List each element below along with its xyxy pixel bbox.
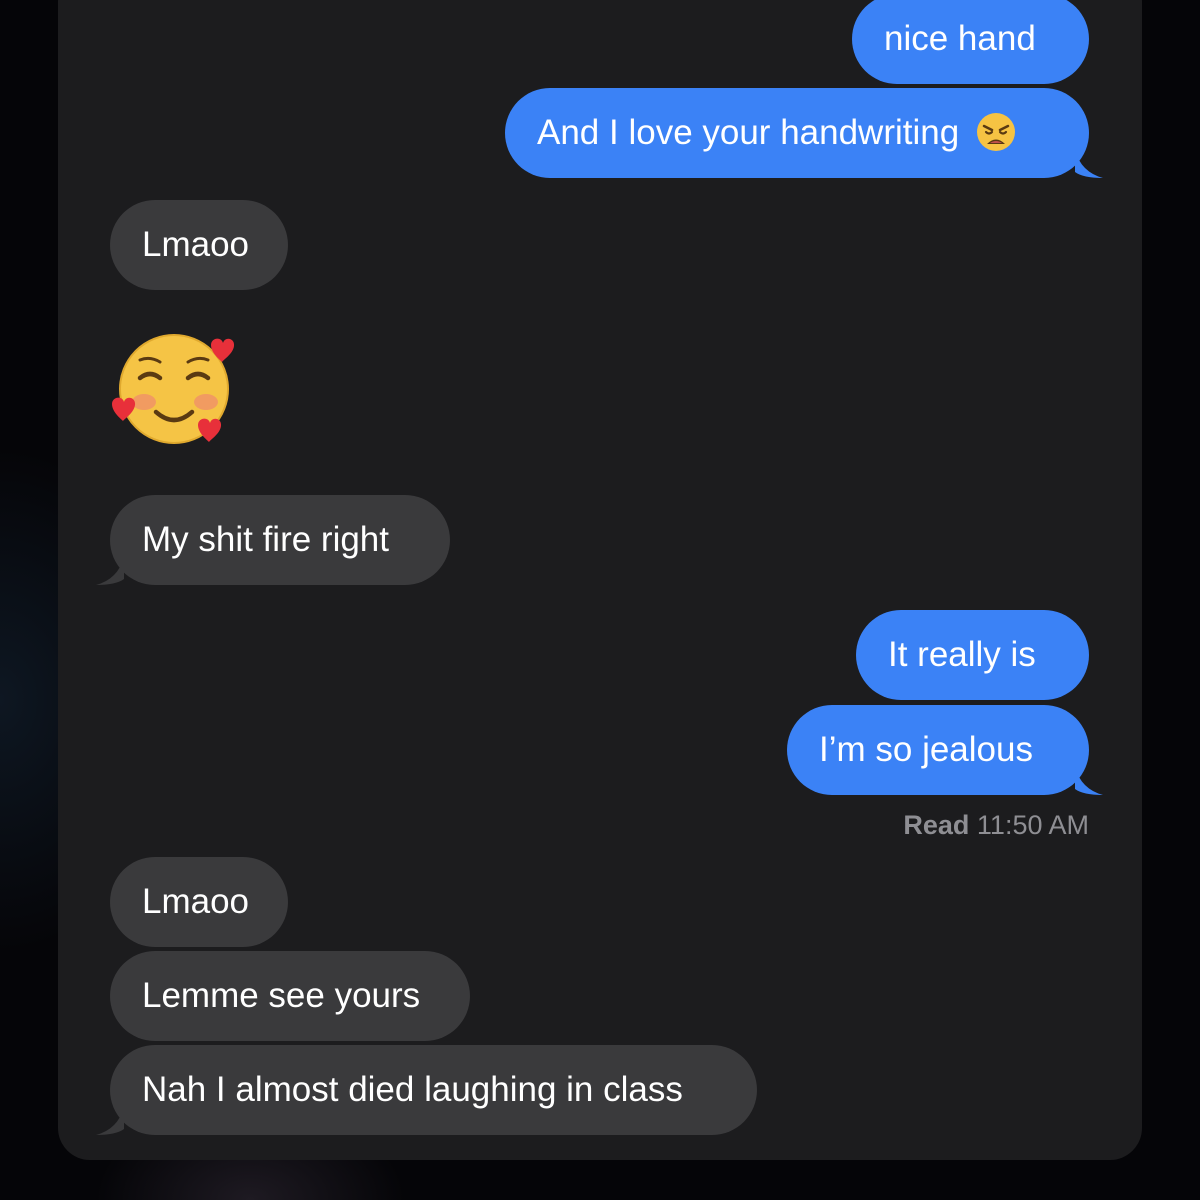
message-text: And I love your handwriting (537, 113, 960, 152)
conversation-panel[interactable]: nice hand And I love your handwriting Lm… (58, 0, 1142, 1160)
bubble-tail (1075, 767, 1103, 795)
sent-message-bubble[interactable]: nice hand (852, 0, 1089, 84)
weary-face-emoji-icon (976, 112, 1015, 151)
bubble-tail (1075, 150, 1103, 178)
message-text: Lmaoo (142, 882, 250, 921)
received-message-bubble[interactable]: Lmaoo (110, 857, 288, 947)
sent-message-bubble[interactable]: It really is (856, 610, 1089, 700)
received-message-bubble[interactable]: Lemme see yours (110, 951, 470, 1041)
message-text: Lmaoo (142, 225, 250, 264)
message-text: It really is (888, 635, 1036, 674)
bubble-tail (96, 1107, 124, 1135)
sent-message-bubble[interactable]: And I love your handwriting (505, 88, 1103, 178)
received-message-bubble[interactable]: Lmaoo (110, 200, 288, 290)
bubble-tail (96, 557, 124, 585)
smiling-face-with-hearts-emoji-icon[interactable] (110, 332, 236, 452)
message-text: Nah I almost died laughing in class (142, 1070, 683, 1109)
read-label: Read (903, 810, 970, 840)
message-text: My shit fire right (142, 520, 389, 559)
received-message-bubble[interactable]: My shit fire right (96, 495, 450, 585)
received-message-bubble[interactable]: Nah I almost died laughing in class (96, 1045, 757, 1135)
message-text: Lemme see yours (142, 976, 421, 1015)
read-receipt: Read 11:50 AM (903, 810, 1089, 841)
sent-message-bubble[interactable]: I’m so jealous (787, 705, 1103, 795)
read-time: 11:50 AM (976, 810, 1089, 840)
message-text: nice hand (884, 19, 1036, 58)
message-text: I’m so jealous (819, 730, 1033, 769)
